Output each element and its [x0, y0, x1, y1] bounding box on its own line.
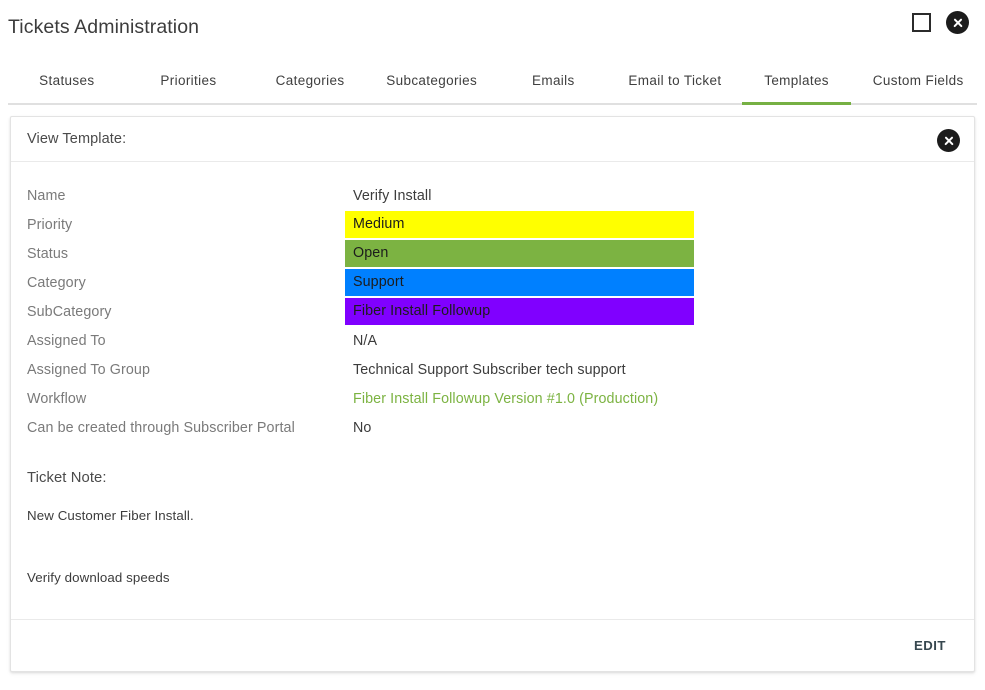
field-label: Status: [27, 246, 69, 262]
card-header: View Template:: [11, 117, 974, 162]
field-label: SubCategory: [27, 304, 112, 320]
field-label: Workflow: [27, 391, 87, 407]
tab-templates[interactable]: Templates: [736, 52, 858, 105]
priority-badge: Medium: [345, 211, 694, 238]
tab-label: Emails: [532, 73, 575, 88]
ticket-note-title: Ticket Note:: [27, 470, 107, 486]
field-value-category: Support: [345, 269, 958, 296]
tab-emails[interactable]: Emails: [493, 52, 615, 105]
window-header: Tickets Administration: [0, 0, 985, 52]
tab-label: Priorities: [160, 73, 217, 88]
view-template-card: View Template: Name Verify Install Prior…: [10, 116, 975, 672]
tab-categories[interactable]: Categories: [249, 52, 371, 105]
tabbar: Statuses Priorities Categories Subcatego…: [0, 52, 985, 105]
template-field-list: Name Verify Install Priority Medium Stat…: [27, 182, 958, 443]
tab-label: Subcategories: [386, 73, 478, 88]
field-value-status: Open: [345, 240, 958, 267]
field-row-priority: Priority Medium: [27, 211, 958, 240]
tab-statuses[interactable]: Statuses: [6, 52, 128, 105]
ticket-note-section: Ticket Note: New Customer Fiber Install.…: [27, 470, 958, 588]
card-footer: EDIT: [11, 619, 974, 671]
category-badge: Support: [345, 269, 694, 296]
card-title: View Template:: [27, 131, 127, 147]
field-row-name: Name Verify Install: [27, 182, 958, 211]
tab-priorities[interactable]: Priorities: [128, 52, 250, 105]
field-row-assigned-to: Assigned To N/A: [27, 327, 958, 356]
page-title: Tickets Administration: [8, 16, 200, 39]
field-label: Name: [27, 188, 66, 204]
field-row-subscriber-portal: Can be created through Subscriber Portal…: [27, 414, 958, 443]
field-label: Priority: [27, 217, 73, 233]
close-icon[interactable]: [946, 11, 969, 34]
field-row-category: Category Support: [27, 269, 958, 298]
field-label: Category: [27, 275, 86, 291]
maximize-icon[interactable]: [912, 13, 931, 32]
ticket-note-spacer: [27, 526, 958, 568]
status-badge: Open: [345, 240, 694, 267]
field-value-assigned-to-group: Technical Support Subscriber tech suppor…: [353, 362, 626, 378]
card-close-icon[interactable]: [937, 129, 960, 152]
ticket-note-line-1: New Customer Fiber Install.: [27, 508, 194, 523]
tab-label: Templates: [764, 73, 829, 88]
field-value-workflow-link[interactable]: Fiber Install Followup Version #1.0 (Pro…: [345, 385, 958, 414]
subcategory-badge: Fiber Install Followup: [345, 298, 694, 325]
field-value-priority: Medium: [345, 211, 958, 238]
field-row-workflow: Workflow Fiber Install Followup Version …: [27, 385, 958, 414]
field-label: Assigned To: [27, 333, 106, 349]
field-label: Assigned To Group: [27, 362, 151, 378]
edit-button[interactable]: EDIT: [906, 632, 954, 659]
ticket-note-line-2: Verify download speeds: [27, 570, 170, 585]
field-row-subcategory: SubCategory Fiber Install Followup: [27, 298, 958, 327]
tab-label: Custom Fields: [872, 73, 964, 88]
field-value-assigned-to: N/A: [353, 333, 378, 349]
card-body: Name Verify Install Priority Medium Stat…: [11, 162, 974, 619]
field-row-assigned-to-group: Assigned To Group Technical Support Subs…: [27, 356, 958, 385]
field-row-status: Status Open: [27, 240, 958, 269]
tab-email-to-ticket[interactable]: Email to Ticket: [614, 52, 736, 105]
field-value-name: Verify Install: [353, 188, 432, 204]
field-label: Can be created through Subscriber Portal: [27, 420, 295, 436]
field-value-subcategory: Fiber Install Followup: [345, 298, 958, 325]
field-value-subscriber-portal: No: [353, 420, 372, 436]
tab-label: Statuses: [39, 73, 95, 88]
tab-label: Email to Ticket: [628, 73, 722, 88]
window-controls: [912, 11, 969, 34]
tab-subcategories[interactable]: Subcategories: [371, 52, 493, 105]
tab-label: Categories: [275, 73, 345, 88]
tab-custom-fields[interactable]: Custom Fields: [857, 52, 979, 105]
